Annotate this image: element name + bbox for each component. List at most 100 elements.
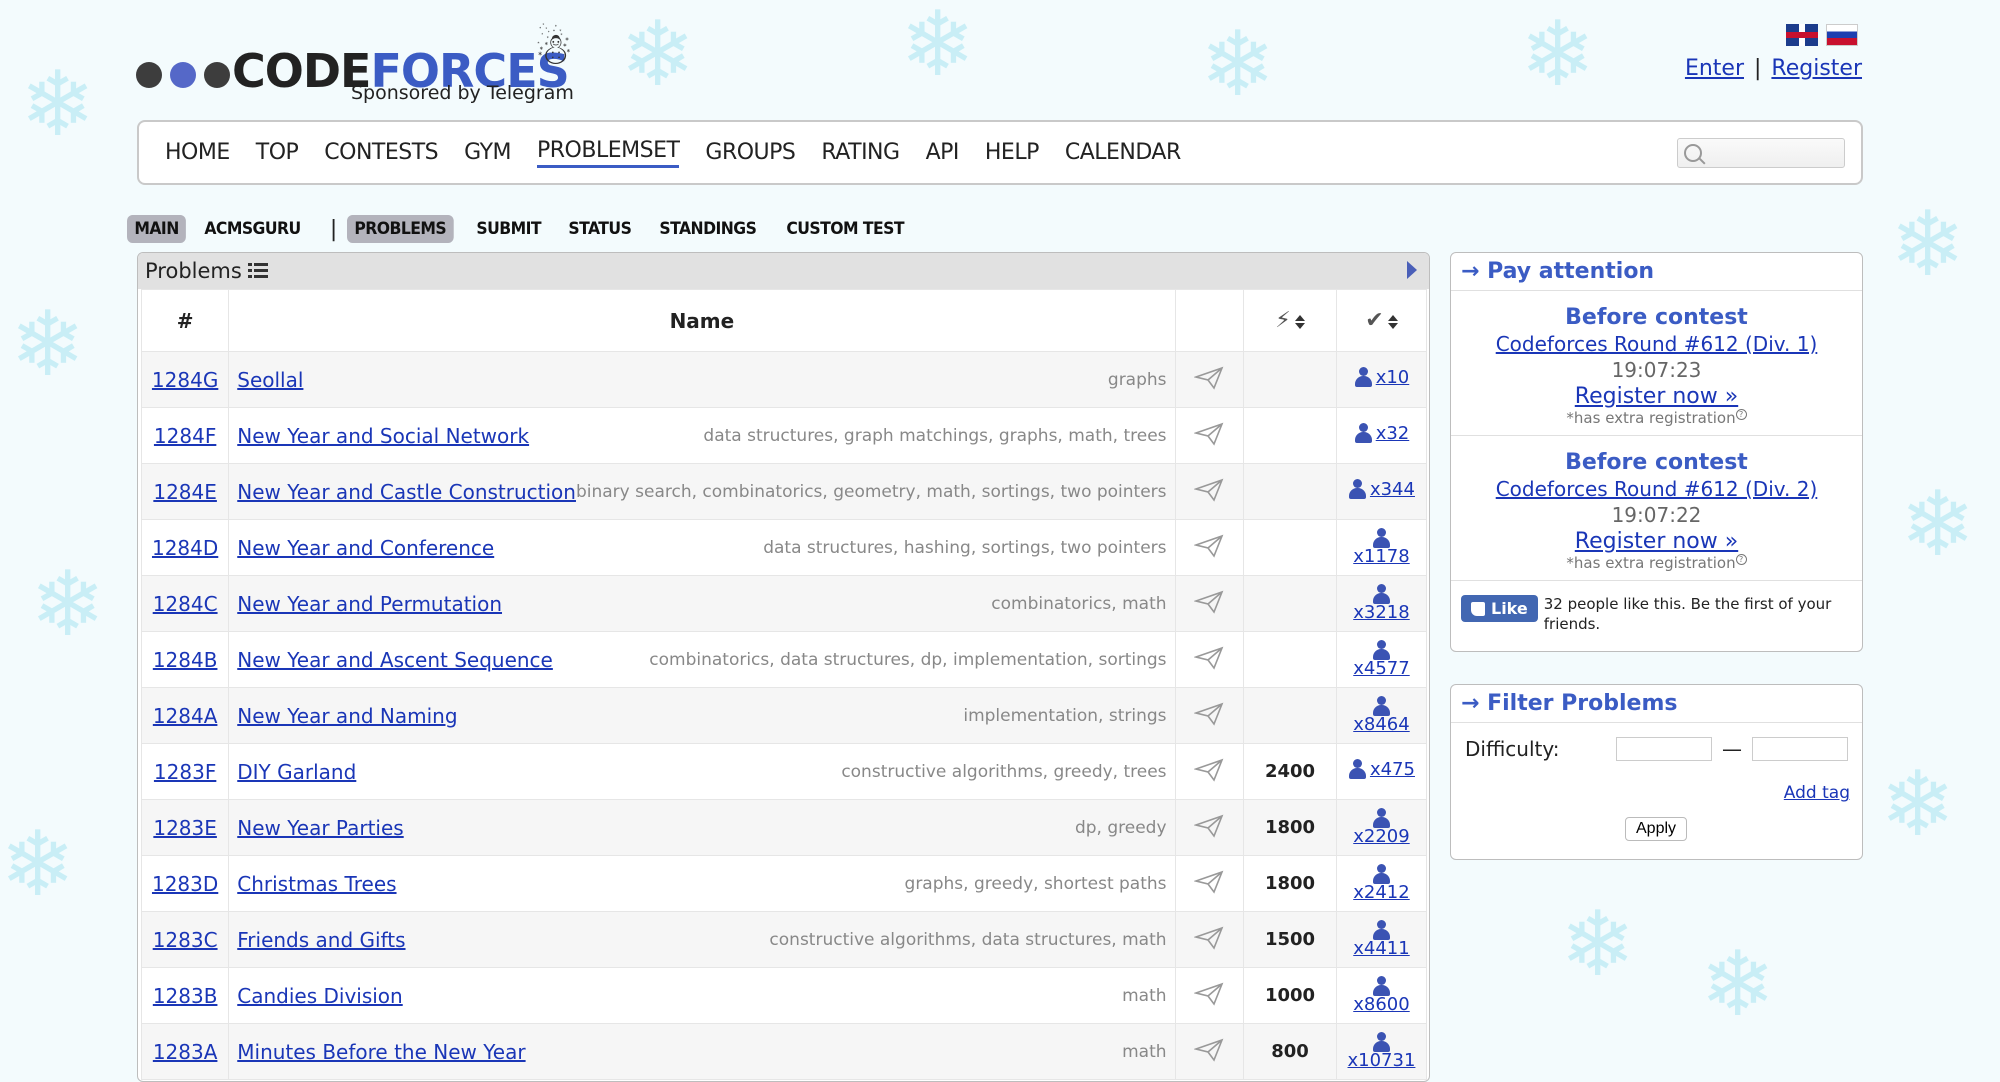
problem-tags[interactable]: graphs, greedy, shortest paths	[905, 874, 1167, 894]
submit-plane-icon[interactable]	[1193, 422, 1224, 446]
solved-count-link[interactable]: x8600	[1353, 995, 1409, 1015]
solved-count-link[interactable]: x2412	[1353, 883, 1409, 903]
submit-plane-icon[interactable]	[1193, 702, 1224, 726]
tab-acmsguru[interactable]: ACMSGURU	[197, 215, 308, 243]
difficulty-min-input[interactable]	[1616, 737, 1712, 761]
facebook-like-button[interactable]: Like	[1461, 595, 1538, 622]
tab-standings[interactable]: STANDINGS	[652, 215, 764, 243]
solved-count-link[interactable]: x2209	[1353, 827, 1409, 847]
tab-problems[interactable]: PROBLEMS	[347, 215, 454, 243]
problem-id-link[interactable]: 1283B	[153, 984, 218, 1008]
tab-main[interactable]: MAIN	[127, 215, 187, 243]
solved-count-link[interactable]: x1178	[1353, 547, 1409, 567]
problem-name-link[interactable]: New Year and Social Network	[237, 424, 529, 448]
problem-name-link[interactable]: New Year Parties	[237, 816, 403, 840]
problem-id-link[interactable]: 1283D	[152, 872, 218, 896]
solved-count-link[interactable]: x3218	[1353, 603, 1409, 623]
problem-tags[interactable]: constructive algorithms, data structures…	[769, 930, 1166, 950]
problem-id-link[interactable]: 1284F	[154, 424, 216, 448]
difficulty-max-input[interactable]	[1752, 737, 1848, 761]
submit-plane-icon[interactable]	[1193, 926, 1224, 950]
problem-name-link[interactable]: New Year and Conference	[237, 536, 494, 560]
column-header-name[interactable]: Name	[228, 289, 1176, 352]
problem-tags[interactable]: combinatorics, math	[991, 594, 1166, 614]
solved-count-link[interactable]: x32	[1376, 423, 1410, 444]
contest-link[interactable]: Codeforces Round #612 (Div. 1)	[1451, 332, 1862, 356]
problem-name-link[interactable]: Christmas Trees	[237, 872, 396, 896]
submit-plane-icon[interactable]	[1193, 814, 1224, 838]
problem-tags[interactable]: dp, greedy	[1075, 818, 1167, 838]
menu-item-gym[interactable]: GYM	[464, 140, 511, 165]
contest-link[interactable]: Codeforces Round #612 (Div. 2)	[1451, 477, 1862, 501]
problem-tags[interactable]: data structures, hashing, sortings, two …	[763, 538, 1166, 558]
column-header-difficulty[interactable]: ⚡	[1243, 289, 1337, 352]
tab-status[interactable]: STATUS	[561, 215, 639, 243]
problem-name-link[interactable]: New Year and Ascent Sequence	[237, 648, 553, 672]
problem-tags[interactable]: math	[1122, 1042, 1166, 1062]
russian-flag-icon[interactable]	[1826, 24, 1858, 46]
menu-item-help[interactable]: HELP	[985, 140, 1039, 165]
problem-tags[interactable]: data structures, graph matchings, graphs…	[703, 426, 1166, 446]
submit-plane-icon[interactable]	[1193, 982, 1224, 1006]
submit-plane-icon[interactable]	[1193, 366, 1224, 390]
problem-id-link[interactable]: 1284C	[153, 592, 218, 616]
help-icon[interactable]: ?	[1735, 409, 1747, 420]
menu-item-rating[interactable]: RATING	[821, 140, 900, 165]
register-link[interactable]: Register	[1771, 56, 1862, 81]
submit-plane-icon[interactable]	[1193, 534, 1224, 558]
problem-name-link[interactable]: New Year and Naming	[237, 704, 457, 728]
menu-item-groups[interactable]: GROUPS	[705, 140, 795, 165]
sort-arrows-icon[interactable]	[1294, 314, 1305, 329]
problem-id-link[interactable]: 1283E	[153, 816, 217, 840]
column-header-solved[interactable]: ✔	[1335, 289, 1428, 352]
problem-tags[interactable]: math	[1122, 986, 1166, 1006]
menu-item-problemset[interactable]: PROBLEMSET	[537, 138, 680, 168]
submit-plane-icon[interactable]	[1193, 870, 1224, 894]
problem-tags[interactable]: graphs	[1108, 370, 1167, 390]
problem-tags[interactable]: combinatorics, data structures, dp, impl…	[649, 650, 1166, 670]
search-input[interactable]	[1702, 144, 1832, 162]
submit-plane-icon[interactable]	[1193, 590, 1224, 614]
register-now-link[interactable]: Register now »	[1451, 384, 1862, 409]
menu-item-api[interactable]: API	[926, 140, 960, 165]
list-icon[interactable]	[247, 263, 268, 279]
problem-name-link[interactable]: New Year and Permutation	[237, 592, 502, 616]
problem-id-link[interactable]: 1283A	[153, 1040, 218, 1064]
tab-custom-test[interactable]: CUSTOM TEST	[779, 215, 911, 243]
submit-plane-icon[interactable]	[1193, 758, 1224, 782]
problem-id-link[interactable]: 1284E	[153, 480, 217, 504]
problem-id-link[interactable]: 1284B	[153, 648, 218, 672]
problem-name-link[interactable]: Seollal	[237, 368, 303, 392]
solved-count-link[interactable]: x10	[1376, 367, 1410, 388]
problem-id-link[interactable]: 1283C	[153, 928, 218, 952]
submit-plane-icon[interactable]	[1193, 1038, 1224, 1062]
add-tag-link[interactable]: Add tag	[1784, 783, 1850, 803]
solved-count-link[interactable]: x10731	[1348, 1051, 1416, 1071]
problem-id-link[interactable]: 1284G	[152, 368, 218, 392]
menu-item-calendar[interactable]: CALENDAR	[1065, 140, 1181, 165]
register-now-link[interactable]: Register now »	[1451, 529, 1862, 554]
site-logo[interactable]: CODEFORCES ☃ Sponsored by Telegram	[136, 18, 586, 108]
problem-tags[interactable]: constructive algorithms, greedy, trees	[841, 762, 1166, 782]
problem-name-link[interactable]: Friends and Gifts	[237, 928, 405, 952]
solved-count-link[interactable]: x4577	[1353, 659, 1409, 679]
submit-plane-icon[interactable]	[1193, 478, 1224, 502]
help-icon[interactable]: ?	[1735, 554, 1747, 565]
problem-name-link[interactable]: Minutes Before the New Year	[237, 1040, 525, 1064]
problem-id-link[interactable]: 1284D	[152, 536, 218, 560]
english-flag-icon[interactable]	[1786, 24, 1818, 46]
solved-count-link[interactable]: x8464	[1353, 715, 1409, 735]
problem-tags[interactable]: binary search, combinatorics, geometry, …	[576, 482, 1167, 502]
problem-id-link[interactable]: 1283F	[154, 760, 216, 784]
solved-count-link[interactable]: x4411	[1353, 939, 1409, 959]
sort-arrows-icon[interactable]	[1387, 314, 1398, 329]
enter-link[interactable]: Enter	[1685, 56, 1744, 81]
problem-name-link[interactable]: New Year and Castle Construction	[237, 480, 576, 504]
problem-name-link[interactable]: Candies Division	[237, 984, 402, 1008]
apply-button[interactable]: Apply	[1625, 817, 1688, 841]
problem-tags[interactable]: implementation, strings	[963, 706, 1166, 726]
problem-name-link[interactable]: DIY Garland	[237, 760, 356, 784]
menu-item-top[interactable]: TOP	[256, 140, 299, 165]
submit-plane-icon[interactable]	[1193, 646, 1224, 670]
tab-submit[interactable]: SUBMIT	[469, 215, 548, 243]
